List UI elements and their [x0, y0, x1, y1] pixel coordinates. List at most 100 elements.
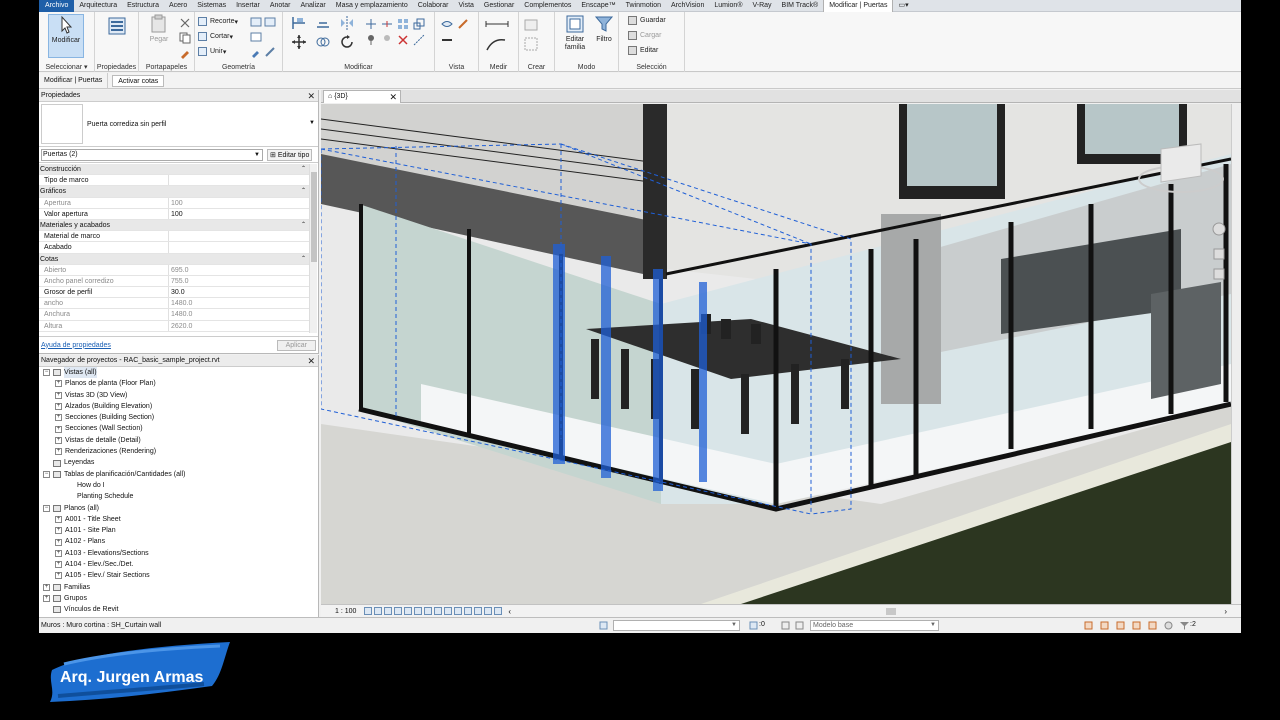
editar-familia-button[interactable]: Editar familia [561, 14, 589, 58]
browser-tree-item[interactable]: + Grupos [39, 593, 317, 604]
navigation-bar[interactable] [1212, 222, 1226, 280]
collapse-icon[interactable]: ⌃ [301, 220, 309, 230]
property-value[interactable]: 755.0 [169, 276, 309, 286]
worksets-icon[interactable] [599, 621, 608, 630]
expand-icon[interactable]: + [55, 391, 62, 399]
collapse-icon[interactable]: − [43, 369, 50, 377]
scrollbar-thumb[interactable] [311, 172, 317, 262]
chevron-down-icon[interactable]: ▼ [309, 120, 315, 126]
menu-item[interactable]: Acero [164, 0, 192, 12]
wall-joins-icon[interactable] [264, 16, 276, 28]
door-frame-2[interactable] [601, 256, 611, 478]
reveal-constraints-icon[interactable] [494, 607, 503, 615]
property-value[interactable]: 2620.0 [169, 321, 309, 331]
property-value[interactable]: 1480.0 [169, 298, 309, 308]
expand-icon[interactable]: + [43, 583, 50, 591]
browser-tree-item[interactable]: Leyendas [39, 457, 317, 468]
menu-item[interactable]: Enscape™ [576, 0, 620, 12]
move-icon[interactable] [291, 34, 307, 50]
browser-tree-item[interactable]: + Secciones (Building Section) [39, 412, 317, 423]
menu-item[interactable]: Estructura [122, 0, 164, 12]
match-properties-icon[interactable] [179, 47, 191, 59]
browser-tree-item[interactable]: + A102 - Plans [39, 536, 317, 547]
activar-cotas-button[interactable]: Activar cotas [112, 74, 165, 87]
editar-seleccion-button[interactable]: Editar [628, 45, 658, 56]
design-option-select[interactable]: Modelo base ▼ [810, 620, 939, 631]
browser-tree-item[interactable]: Planting Schedule [39, 491, 317, 502]
render-icon[interactable] [404, 607, 413, 615]
door-frame-4[interactable] [699, 282, 707, 482]
menu-item[interactable]: V-Ray [747, 0, 776, 12]
view-scale[interactable]: 1 : 100 [321, 608, 364, 615]
select-by-face-icon[interactable] [1132, 621, 1141, 630]
copy-element-icon[interactable] [315, 34, 331, 50]
menu-item[interactable]: Complementos [519, 0, 576, 12]
property-value[interactable] [169, 175, 309, 185]
drag-elements-icon[interactable] [1148, 621, 1157, 630]
split-icon[interactable] [381, 18, 393, 30]
property-value[interactable]: 30.0 [169, 287, 309, 297]
pan-icon[interactable] [1213, 268, 1225, 280]
browser-tree-item[interactable]: + Planos de planta (Floor Plan) [39, 378, 317, 389]
property-value[interactable]: 695.0 [169, 265, 309, 275]
property-value[interactable]: 100 [169, 198, 309, 208]
property-row[interactable]: Abierto 695.0 [39, 264, 309, 276]
scroll-left-icon[interactable]: ‹ [508, 607, 511, 616]
recorte-button[interactable]: Recorte ▾ [198, 16, 238, 27]
expand-icon[interactable]: + [55, 403, 62, 411]
visual-style-icon[interactable] [374, 607, 383, 615]
property-category[interactable]: Cotas ⌃ [39, 253, 309, 265]
cargar-button[interactable]: Cargar [628, 30, 661, 41]
menu-item[interactable]: Vista [453, 0, 478, 12]
cut-icon[interactable] [179, 17, 191, 29]
expand-icon[interactable]: + [55, 561, 62, 569]
select-links-icon[interactable] [1084, 621, 1093, 630]
unlock-view-icon[interactable] [434, 607, 443, 615]
close-icon[interactable]: ✕ [307, 355, 315, 367]
override-graphics-icon[interactable] [457, 18, 469, 30]
ribbon-minimize-icon[interactable]: ▭▾ [893, 0, 913, 12]
menu-item[interactable]: Anotar [265, 0, 296, 12]
mirror-draw-icon[interactable] [413, 34, 425, 46]
browser-tree-item[interactable]: + Secciones (Wall Section) [39, 423, 317, 434]
expand-icon[interactable]: + [55, 527, 62, 535]
filter-status-icon[interactable] [1180, 621, 1189, 630]
door-frame-1[interactable] [553, 244, 565, 464]
expand-icon[interactable]: + [55, 448, 62, 456]
create-assembly-icon[interactable] [523, 16, 539, 32]
view-cube-face[interactable] [1160, 143, 1202, 183]
properties-button[interactable] [99, 16, 135, 60]
browser-tree-item[interactable]: + A101 - Site Plan [39, 525, 317, 536]
property-row[interactable]: Tipo de marco [39, 175, 309, 187]
menu-item[interactable]: Gestionar [479, 0, 519, 12]
collapse-icon[interactable]: ⌃ [301, 164, 309, 174]
edit-type-button[interactable]: ⊞ Editar tipo [267, 148, 313, 161]
worksharing-icon[interactable] [464, 607, 473, 615]
properties-help-link[interactable]: Ayuda de propiedades [41, 342, 111, 349]
mirror-axis-icon[interactable] [339, 15, 355, 31]
menu-item[interactable]: Analizar [295, 0, 330, 12]
menu-item[interactable]: Modificar | Puertas [823, 0, 894, 12]
pin-icon[interactable] [365, 34, 377, 46]
horizontal-scrollbar-thumb[interactable] [886, 608, 896, 615]
rotate-icon[interactable] [339, 34, 355, 50]
browser-tree-item[interactable]: + Vistas de detalle (Detail) [39, 435, 317, 446]
menu-item[interactable]: Arquitectura [74, 0, 122, 12]
3d-viewport[interactable] [321, 104, 1231, 604]
zoom-icon[interactable] [1213, 248, 1225, 260]
measure-icon[interactable] [485, 18, 509, 30]
select-underlay-icon[interactable] [1100, 621, 1109, 630]
property-row[interactable]: Apertura 100 [39, 197, 309, 209]
apply-button[interactable]: Aplicar [276, 339, 316, 351]
guardar-button[interactable]: Guardar [628, 15, 666, 26]
browser-tree-item[interactable]: + Renderizaciones (Rendering) [39, 446, 317, 457]
split-face-icon[interactable] [250, 31, 262, 43]
property-row[interactable]: Anchura 1480.0 [39, 309, 309, 321]
demolish-icon[interactable] [264, 46, 276, 58]
expand-icon[interactable]: + [55, 572, 62, 580]
cortar-button[interactable]: Cortar ▾ [198, 31, 233, 42]
align-icon[interactable] [291, 15, 307, 31]
door-frame-3[interactable] [653, 269, 663, 491]
expand-icon[interactable]: + [55, 538, 62, 546]
menu-item[interactable]: Sistemas [192, 0, 231, 12]
